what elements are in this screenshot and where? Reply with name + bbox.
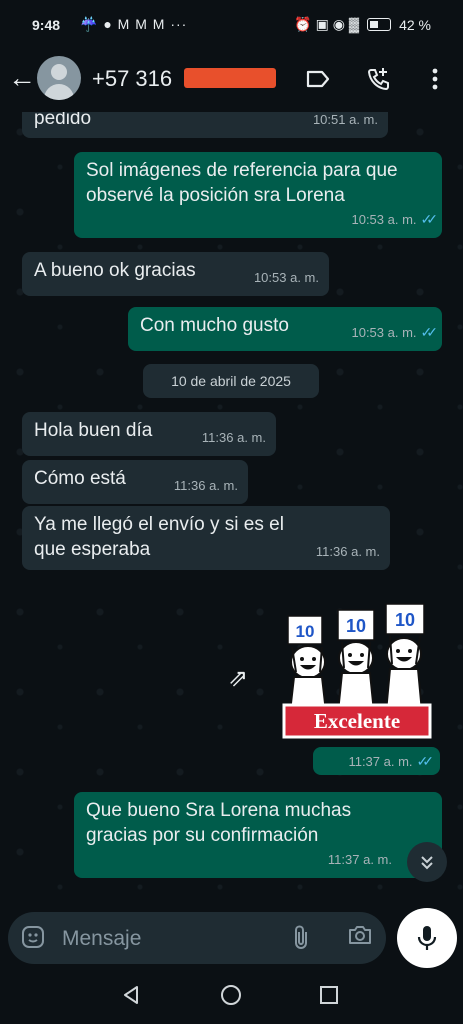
label-tag-icon[interactable] [303, 64, 333, 94]
sticker-meta: 11:37 a. m. ✓✓ [313, 747, 440, 775]
sticker-number: 10 [296, 622, 315, 641]
contact-avatar[interactable] [37, 56, 81, 100]
sticker-sign-1: 10 [287, 615, 323, 645]
attach-icon[interactable] [290, 924, 312, 957]
system-icons: ⏰ ▣ ◉ ▓ [294, 16, 360, 32]
back-arrow-icon[interactable]: ← [8, 62, 36, 94]
message-input[interactable] [60, 920, 274, 958]
message-time: 10:53 a. m. [253, 270, 319, 285]
microphone-button[interactable] [397, 908, 457, 968]
chat-area[interactable]: pedido 10:51 a. m. Sol imágenes de refer… [0, 112, 463, 910]
message-time: 11:37 a. m. [327, 852, 392, 867]
forward-icon[interactable]: ⇗ [228, 664, 248, 693]
read-ticks-icon: ✓✓ [416, 752, 435, 769]
status-time: 9:48 [32, 17, 61, 33]
message-bubble-outgoing[interactable]: Sol imágenes de referencia para que obse… [74, 152, 442, 238]
message-bubble-incoming[interactable]: Hola buen día 11:36 a. m. [22, 412, 276, 456]
scroll-to-bottom-button[interactable] [407, 842, 447, 882]
message-composer [8, 912, 386, 964]
sticker-number: 10 [346, 616, 366, 636]
message-time: 11:36 a. m. [315, 544, 380, 559]
microphone-icon [417, 926, 437, 950]
system-nav-bar [0, 974, 463, 1024]
nav-home-icon[interactable] [220, 984, 242, 1012]
message-text: Que bueno Sra Lorena muchas gracias por … [86, 800, 352, 846]
nav-back-icon[interactable] [120, 984, 142, 1012]
message-meta: 11:37 a. m. [328, 847, 392, 872]
message-meta: 10:53 a. m. ✓✓ [351, 320, 439, 345]
message-bubble-incoming[interactable]: Cómo está 11:36 a. m. [22, 460, 248, 504]
camera-icon[interactable] [347, 924, 373, 952]
message-bubble-outgoing[interactable]: Con mucho gusto 10:53 a. m. ✓✓ [128, 307, 442, 351]
more-options-icon[interactable] [420, 64, 450, 94]
message-time: 11:36 a. m. [173, 478, 238, 493]
sticker-emoji-icon[interactable] [20, 924, 46, 957]
message-text: Sol imágenes de referencia para que obse… [86, 160, 398, 206]
message-bubble-incoming[interactable]: pedido 10:51 a. m. [22, 112, 388, 138]
add-call-icon[interactable] [364, 64, 394, 94]
sticker-banner: Excelente [282, 703, 432, 739]
message-meta: 10:53 a. m. ✓✓ [351, 207, 439, 232]
message-meta: 11:36 a. m. [174, 473, 238, 498]
chat-header: ← +57 316 [0, 50, 463, 112]
avatar-head-shape [51, 64, 67, 80]
message-time: 11:36 a. m. [201, 430, 266, 445]
message-meta: 10:51 a. m. [313, 112, 378, 132]
status-bar: 9:48 ☔ ● M M M ··· ⏰ ▣ ◉ ▓ 42 % [0, 0, 463, 50]
message-meta: 11:36 a. m. [316, 539, 380, 564]
contact-phone-title[interactable]: +57 316 [92, 66, 172, 92]
message-time: 11:37 a. m. [348, 753, 413, 769]
message-text: Ya me llegó el envío y si es el que espe… [34, 514, 284, 560]
read-ticks-icon: ✓✓ [420, 324, 439, 340]
message-bubble-incoming[interactable]: Ya me llegó el envío y si es el que espe… [22, 506, 390, 570]
sticker-sign-3: 10 [385, 603, 425, 635]
sticker-banner-text: Excelente [314, 709, 400, 733]
sticker-sign-2: 10 [337, 609, 375, 641]
avatar-body-shape [44, 84, 74, 100]
battery-percent: 42 % [399, 16, 431, 33]
message-time: 10:53 a. m. [351, 212, 417, 227]
message-time: 10:53 a. m. [351, 325, 417, 340]
sticker-number: 10 [395, 610, 415, 630]
status-right: ⏰ ▣ ◉ ▓ 42 % [294, 16, 431, 33]
excelente-sticker[interactable]: 10 10 10 Excelente [282, 602, 432, 747]
sticker-figures [288, 635, 424, 713]
read-ticks-icon: ✓✓ [420, 211, 439, 227]
redaction-block [184, 68, 276, 88]
message-meta: 10:53 a. m. [254, 265, 319, 290]
message-meta: 11:36 a. m. [202, 425, 266, 450]
notification-icons: ☔ ● M M M ··· [80, 16, 188, 32]
message-bubble-incoming[interactable]: A bueno ok gracias 10:53 a. m. [22, 252, 329, 296]
double-chevron-down-icon [421, 856, 433, 870]
battery-icon [367, 18, 392, 31]
nav-recents-icon[interactable] [318, 984, 340, 1012]
date-separator: 10 de abril de 2025 [143, 364, 319, 398]
message-time: 10:51 a. m. [312, 112, 378, 127]
message-bubble-outgoing[interactable]: Que bueno Sra Lorena muchas gracias por … [74, 792, 442, 878]
